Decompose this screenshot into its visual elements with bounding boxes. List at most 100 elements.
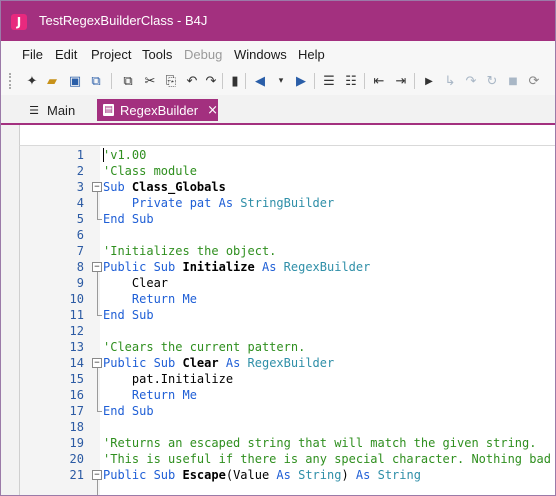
tab-regexbuilder[interactable]: ▤ RegexBuilder × xyxy=(97,99,218,121)
menu-debug[interactable]: Debug xyxy=(184,47,222,62)
code-line[interactable]: 2 'Class module xyxy=(20,163,555,179)
code-line[interactable]: 12 xyxy=(20,323,555,339)
navigate-back-icon[interactable]: ◀ xyxy=(251,72,269,90)
code-token: 'Initializes the object. xyxy=(103,244,277,258)
code-line[interactable]: 21− Public Sub Escape(Value As String) As… xyxy=(20,467,555,483)
code-token: RegexBuilder xyxy=(283,260,371,274)
open-folder-icon[interactable]: ▰ xyxy=(43,72,61,90)
fold-guide xyxy=(97,192,98,219)
title-bar[interactable]: J TestRegexBuilderClass - B4J xyxy=(1,1,555,41)
code-line[interactable]: 8− Public Sub Initialize As RegexBuilder xyxy=(20,259,555,275)
menu-windows[interactable]: Windows xyxy=(234,47,287,62)
step-out-icon: ↻ xyxy=(486,73,498,89)
line-number: 7 xyxy=(76,244,84,258)
code-editor[interactable]: 1 'v1.00 2 'Class module 3− Sub Class_Globals… xyxy=(19,146,555,495)
code-token: End Sub xyxy=(103,212,154,226)
code-text: Sub Class_Globals xyxy=(103,179,226,195)
menu-help[interactable]: Help xyxy=(298,47,325,62)
toolbar-separator xyxy=(111,73,112,89)
new-file-icon[interactable]: ✦ xyxy=(23,72,41,90)
navigate-forward-icon[interactable]: ▶ xyxy=(292,72,310,90)
undo-icon[interactable]: ↶ xyxy=(183,72,201,90)
paste-icon[interactable]: ⎘ xyxy=(162,72,180,90)
line-number: 19 xyxy=(69,436,84,450)
code-line[interactable]: 9 Clear xyxy=(20,275,555,291)
code-token: Initialize xyxy=(182,260,262,274)
code-token: Clear xyxy=(182,356,226,370)
fold-guide-end xyxy=(97,315,102,316)
step-in-icon: ↳ xyxy=(444,73,456,89)
menu-edit[interactable]: Edit xyxy=(55,47,77,62)
code-text: Public Sub Clear As RegexBuilder xyxy=(103,355,334,371)
tab-main[interactable]: ☰ Main xyxy=(21,99,75,121)
comment-icon[interactable]: ☰ xyxy=(320,72,338,90)
save-icon[interactable]: ▣ xyxy=(66,72,84,90)
code-text: Private pat As StringBuilder xyxy=(103,195,334,211)
fold-guide-end xyxy=(97,411,102,412)
code-token: 'This is useful if there is any special … xyxy=(103,452,551,466)
code-token: pat.Initialize xyxy=(103,372,234,386)
uncomment-icon[interactable]: ☷ xyxy=(342,72,360,90)
b4j-app-icon: J xyxy=(11,14,27,30)
menu-tools[interactable]: Tools xyxy=(142,47,172,62)
fold-toggle-icon[interactable]: − xyxy=(92,262,102,272)
navigate-dropdown-icon[interactable]: ▾ xyxy=(272,72,290,90)
outdent-icon[interactable]: ⇤ xyxy=(370,72,388,90)
code-token: Public Sub xyxy=(103,468,183,482)
code-token: Clear xyxy=(103,276,169,290)
code-line[interactable]: 18 xyxy=(20,419,555,435)
code-token: 'Returns an escaped string that will mat… xyxy=(103,436,537,450)
tab-bar: ☰ Main ▤ RegexBuilder × xyxy=(1,97,555,123)
code-token: Return Me xyxy=(131,292,197,306)
code-line[interactable]: 14− Public Sub Clear As RegexBuilder xyxy=(20,355,555,371)
code-line[interactable]: 7 'Initializes the object. xyxy=(20,243,555,259)
code-line[interactable]: 20 'This is useful if there is any specia… xyxy=(20,451,555,467)
line-number: 17 xyxy=(69,404,84,418)
fold-toggle-icon[interactable]: − xyxy=(92,470,102,480)
code-token: Public Sub xyxy=(103,260,183,274)
run-icon[interactable]: ▶ xyxy=(420,72,438,90)
toolbar-separator xyxy=(314,73,315,89)
line-number: 13 xyxy=(69,340,84,354)
code-text: 'Initializes the object. xyxy=(103,243,276,259)
toolbar-separator xyxy=(414,73,415,89)
code-token: pat xyxy=(189,196,219,210)
code-line[interactable]: 13 'Clears the current pattern. xyxy=(20,339,555,355)
cut-icon[interactable]: ✂ xyxy=(141,72,159,90)
window-title: TestRegexBuilderClass - B4J xyxy=(39,13,208,28)
text-caret xyxy=(103,148,104,162)
toolbar-grip[interactable] xyxy=(9,73,13,89)
fold-toggle-icon[interactable]: − xyxy=(92,358,102,368)
menu-file[interactable]: File xyxy=(22,47,43,62)
redo-icon[interactable]: ↷ xyxy=(202,72,220,90)
code-line[interactable]: 19 'Returns an escaped string that will m… xyxy=(20,435,555,451)
code-token: Sub xyxy=(103,180,132,194)
code-line[interactable]: 4 Private pat As StringBuilder xyxy=(20,195,555,211)
code-token: (Value xyxy=(225,468,277,482)
code-text: 'v1.00 xyxy=(103,147,146,163)
ide-window: J TestRegexBuilderClass - B4J File Edit … xyxy=(0,0,556,496)
close-icon[interactable]: × xyxy=(207,103,218,118)
code-line[interactable]: 6 xyxy=(20,227,555,243)
menu-project[interactable]: Project xyxy=(91,47,131,62)
code-text: Public Sub Escape(Value As String) As St… xyxy=(103,467,421,483)
code-text: 'Class module xyxy=(103,163,197,179)
fold-guide xyxy=(97,480,98,495)
code-line[interactable]: 1 'v1.00 xyxy=(20,147,555,163)
fold-guide-end xyxy=(97,219,102,220)
line-number: 1 xyxy=(76,148,84,162)
code-line[interactable]: 16 Return Me xyxy=(20,387,555,403)
code-token: StringBuilder xyxy=(240,196,335,210)
bookmark-icon[interactable]: ▮ xyxy=(226,72,244,90)
indent-icon[interactable]: ⇥ xyxy=(392,72,410,90)
code-token: As xyxy=(225,356,248,370)
save-all-icon[interactable]: ⧉ xyxy=(87,72,105,90)
code-line[interactable]: 3− Sub Class_Globals xyxy=(20,179,555,195)
copy-icon[interactable]: ⧉ xyxy=(119,72,137,90)
fold-guide xyxy=(97,272,98,315)
code-line[interactable]: 10 Return Me xyxy=(20,291,555,307)
fold-toggle-icon[interactable]: − xyxy=(92,182,102,192)
code-line[interactable]: 15 pat.Initialize xyxy=(20,371,555,387)
